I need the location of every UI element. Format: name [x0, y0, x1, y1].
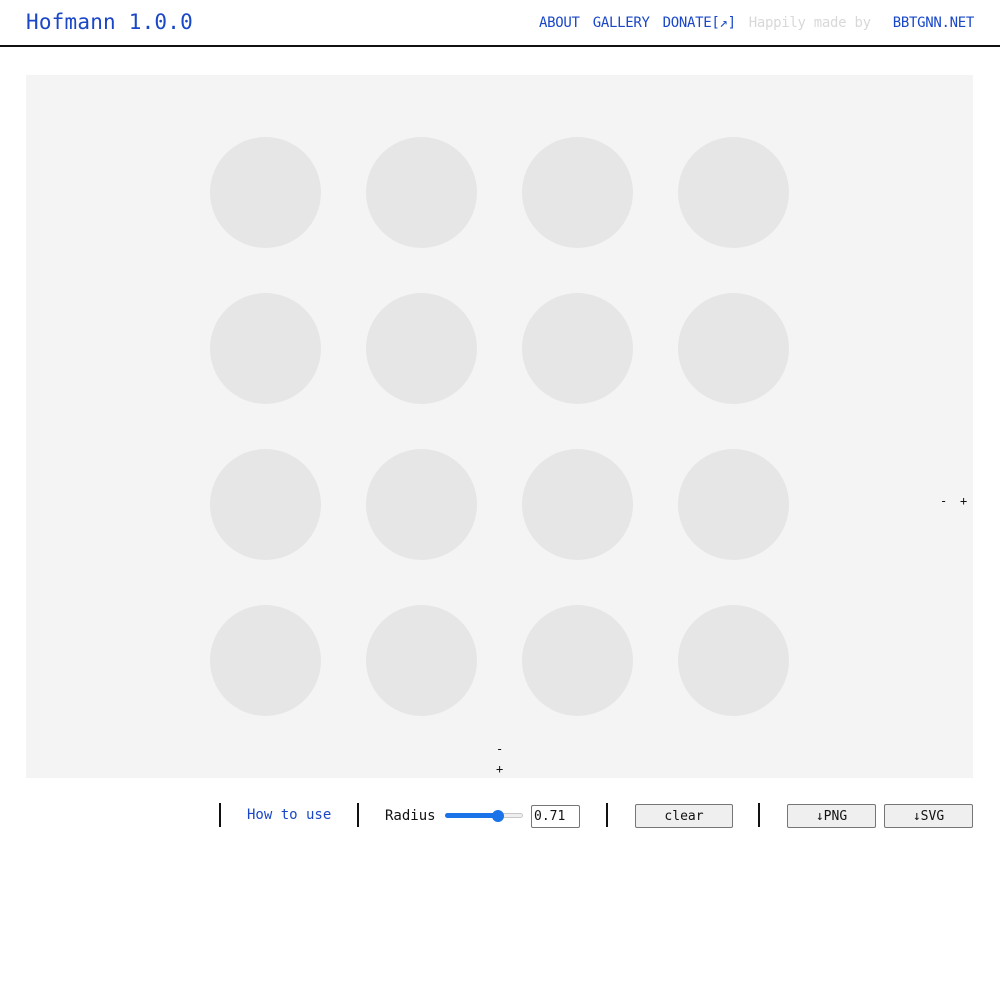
- grid-dot[interactable]: [366, 605, 477, 716]
- clear-button[interactable]: clear: [635, 804, 733, 828]
- toolbar-divider: [758, 803, 760, 827]
- grid-dot[interactable]: [678, 293, 789, 404]
- credit-link[interactable]: BBTGNN.NET: [893, 15, 975, 31]
- nav-donate-link[interactable]: DONATE[↗]: [663, 15, 736, 31]
- grid-dot[interactable]: [366, 293, 477, 404]
- radius-slider[interactable]: [445, 810, 523, 822]
- grid-dot[interactable]: [522, 605, 633, 716]
- app-header: Hofmann 1.0.0 ABOUT GALLERY DONATE[↗] Ha…: [0, 0, 1000, 47]
- bottom-toolbar: How to use Radius clear ↓PNG ↓SVG: [0, 803, 1000, 831]
- grid-dot[interactable]: [678, 605, 789, 716]
- radius-slider-thumb[interactable]: [491, 810, 504, 822]
- remove-column-button[interactable]: -: [940, 494, 947, 508]
- radius-label: Radius: [385, 808, 436, 824]
- add-column-button[interactable]: +: [960, 494, 967, 508]
- how-to-use-link[interactable]: How to use: [247, 807, 331, 823]
- grid-dot[interactable]: [522, 137, 633, 248]
- radius-slider-fill: [445, 813, 498, 818]
- grid-dot[interactable]: [678, 137, 789, 248]
- made-by-text: Happily made by: [748, 15, 871, 31]
- grid-dot[interactable]: [678, 449, 789, 560]
- grid-dot[interactable]: [522, 449, 633, 560]
- toolbar-divider: [357, 803, 359, 827]
- grid-dot[interactable]: [210, 605, 321, 716]
- remove-row-button[interactable]: -: [496, 742, 503, 756]
- top-nav: ABOUT GALLERY DONATE[↗] Happily made by …: [526, 15, 974, 31]
- grid-dot[interactable]: [210, 449, 321, 560]
- toolbar-divider: [219, 803, 221, 827]
- nav-about-link[interactable]: ABOUT: [539, 15, 580, 31]
- app-title: Hofmann 1.0.0: [26, 10, 193, 34]
- grid-dot[interactable]: [522, 293, 633, 404]
- radius-value-input[interactable]: [531, 805, 580, 828]
- grid-dot[interactable]: [366, 449, 477, 560]
- grid-dot[interactable]: [210, 137, 321, 248]
- download-svg-button[interactable]: ↓SVG: [884, 804, 973, 828]
- add-row-button[interactable]: +: [496, 762, 503, 776]
- nav-gallery-link[interactable]: GALLERY: [593, 15, 650, 31]
- grid-dot[interactable]: [366, 137, 477, 248]
- drawing-canvas[interactable]: - + - +: [26, 75, 973, 778]
- download-png-button[interactable]: ↓PNG: [787, 804, 876, 828]
- grid-dot[interactable]: [210, 293, 321, 404]
- toolbar-divider: [606, 803, 608, 827]
